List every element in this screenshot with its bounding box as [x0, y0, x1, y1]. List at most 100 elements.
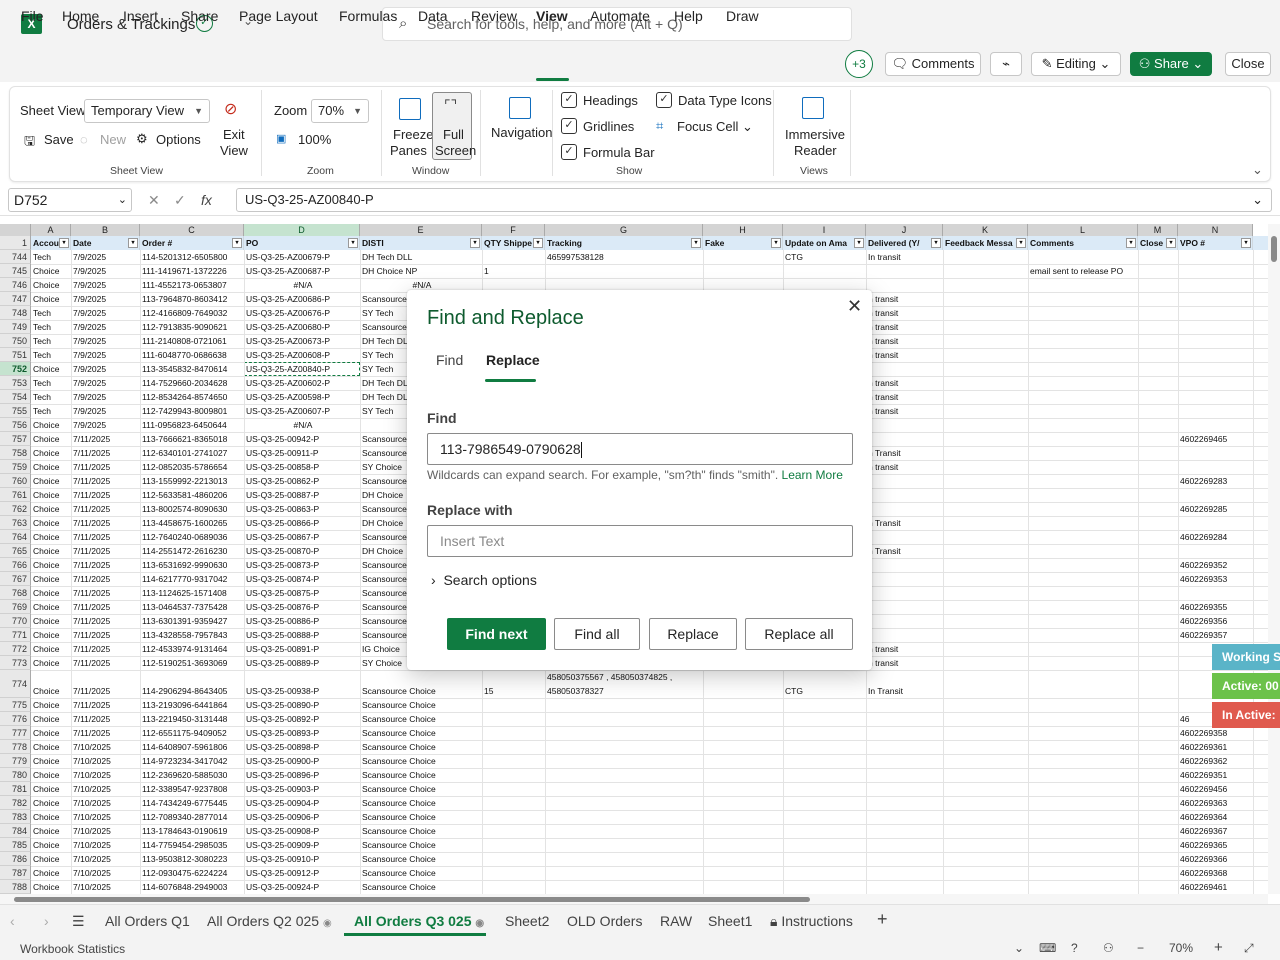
- table-cell[interactable]: 7/11/2025: [71, 684, 140, 698]
- row-header[interactable]: 757: [0, 432, 31, 446]
- row-header[interactable]: 765: [0, 544, 31, 558]
- table-cell[interactable]: n transit: [866, 334, 943, 348]
- row-header[interactable]: 760: [0, 474, 31, 488]
- table-cell[interactable]: 113-8002574-8090630: [140, 502, 244, 516]
- table-cell[interactable]: n transit: [866, 292, 943, 306]
- table-cell[interactable]: 7/11/2025: [71, 474, 140, 488]
- enter-icon[interactable]: ✓: [174, 192, 186, 209]
- row-header[interactable]: 779: [0, 754, 31, 768]
- row-header[interactable]: 745: [0, 264, 31, 278]
- table-cell[interactable]: US-Q3-25-AZ00598-P: [244, 390, 360, 404]
- table-cell[interactable]: US-Q3-25-00898-P: [244, 740, 360, 754]
- table-cell[interactable]: 112-3389547-9237808: [140, 782, 244, 796]
- table-cell[interactable]: Choice: [31, 614, 71, 628]
- table-cell[interactable]: US-Q3-25-00911-P: [244, 446, 360, 460]
- row-header[interactable]: 776: [0, 712, 31, 726]
- zoom-100-button[interactable]: 100%: [298, 132, 331, 147]
- row-header[interactable]: 778: [0, 740, 31, 754]
- filter-dropdown-icon[interactable]: ▾: [931, 238, 941, 248]
- table-cell[interactable]: 7/11/2025: [71, 460, 140, 474]
- share-button[interactable]: ⚇ Share ⌄: [1130, 52, 1212, 76]
- table-cell[interactable]: 113-4458675-1600265: [140, 516, 244, 530]
- table-cell[interactable]: #N/A: [244, 418, 360, 432]
- table-cell[interactable]: 114-2906294-8643405: [140, 684, 244, 698]
- column-filter-header[interactable]: PO ▾: [244, 236, 360, 250]
- column-filter-header[interactable]: Comments ▾: [1028, 236, 1138, 250]
- table-cell[interactable]: Scansource Choice: [360, 754, 482, 768]
- column-header-k[interactable]: K: [943, 224, 1028, 236]
- insert-function-button[interactable]: fx: [201, 192, 212, 208]
- row-header[interactable]: 751: [0, 348, 31, 362]
- table-cell[interactable]: Scansource Choice: [360, 880, 482, 894]
- row-header[interactable]: 763: [0, 516, 31, 530]
- new-view-button[interactable]: New: [100, 132, 126, 147]
- table-cell[interactable]: 4602269351: [1178, 768, 1253, 782]
- filter-dropdown-icon[interactable]: ▾: [1166, 238, 1176, 248]
- zoom-level[interactable]: 70%: [1169, 941, 1193, 955]
- table-cell[interactable]: Tech: [31, 376, 71, 390]
- table-cell[interactable]: Tech: [31, 250, 71, 264]
- table-cell[interactable]: 114-9723234-3417042: [140, 754, 244, 768]
- table-cell[interactable]: n Transit: [866, 544, 943, 558]
- table-cell[interactable]: 7/9/2025: [71, 418, 140, 432]
- row-header[interactable]: 781: [0, 782, 31, 796]
- column-header-e[interactable]: E: [360, 224, 482, 236]
- navigation-button[interactable]: Navigation: [491, 125, 552, 140]
- table-cell[interactable]: 7/9/2025: [71, 390, 140, 404]
- menu-data[interactable]: Data: [418, 8, 448, 24]
- column-filter-header[interactable]: Feedback Messa ▾: [943, 236, 1028, 250]
- table-cell[interactable]: Choice: [31, 838, 71, 852]
- table-cell[interactable]: n transit: [866, 306, 943, 320]
- exit-view-button[interactable]: Exit: [223, 127, 245, 142]
- row-header[interactable]: 782: [0, 796, 31, 810]
- table-cell[interactable]: 4602269465: [1178, 432, 1253, 446]
- tab-find[interactable]: Find: [436, 352, 463, 368]
- column-filter-header[interactable]: Order # ▾: [140, 236, 244, 250]
- table-cell[interactable]: 112-6340101-2741027: [140, 446, 244, 460]
- table-cell[interactable]: 7/10/2025: [71, 740, 140, 754]
- table-cell[interactable]: 7/9/2025: [71, 278, 140, 292]
- table-cell[interactable]: US-Q3-25-00889-P: [244, 656, 360, 670]
- column-header-b[interactable]: B: [71, 224, 140, 236]
- table-cell[interactable]: 7/9/2025: [71, 250, 140, 264]
- table-cell[interactable]: Choice: [31, 824, 71, 838]
- table-cell[interactable]: US-Q3-25-AZ00676-P: [244, 306, 360, 320]
- table-cell[interactable]: 113-1559992-2213013: [140, 474, 244, 488]
- table-cell[interactable]: 7/11/2025: [71, 698, 140, 712]
- table-cell[interactable]: Choice: [31, 852, 71, 866]
- search-options-toggle[interactable]: › Search options: [431, 572, 537, 588]
- table-cell[interactable]: 7/9/2025: [71, 264, 140, 278]
- column-header-m[interactable]: M: [1138, 224, 1178, 236]
- table-cell[interactable]: Scansource Choice: [360, 782, 482, 796]
- formula-bar-checkbox[interactable]: ✓: [561, 144, 577, 160]
- filter-dropdown-icon[interactable]: ▾: [1126, 238, 1136, 248]
- menu-share[interactable]: Share: [181, 8, 218, 24]
- table-cell[interactable]: US-Q3-25-00942-P: [244, 432, 360, 446]
- row-header[interactable]: 750: [0, 334, 31, 348]
- table-cell[interactable]: Choice: [31, 656, 71, 670]
- table-cell[interactable]: 113-9503812-3080223: [140, 852, 244, 866]
- table-cell[interactable]: Choice: [31, 488, 71, 502]
- table-cell[interactable]: US-Q3-25-00910-P: [244, 852, 360, 866]
- column-header-l[interactable]: L: [1028, 224, 1138, 236]
- table-cell[interactable]: US-Q3-25-AZ00686-P: [244, 292, 360, 306]
- table-cell[interactable]: 7/9/2025: [71, 362, 140, 376]
- cancel-icon[interactable]: ✕: [148, 192, 160, 209]
- table-cell[interactable]: Tech: [31, 334, 71, 348]
- table-cell[interactable]: US-Q3-25-00866-P: [244, 516, 360, 530]
- table-cell[interactable]: 111-0956823-6450644: [140, 418, 244, 432]
- find-input[interactable]: 113-7986549-0790628: [427, 433, 853, 465]
- table-cell[interactable]: Choice: [31, 278, 71, 292]
- table-cell[interactable]: 112-5190251-3693069: [140, 656, 244, 670]
- table-cell[interactable]: Choice: [31, 572, 71, 586]
- find-all-button[interactable]: Find all: [554, 618, 640, 650]
- table-cell[interactable]: 7/11/2025: [71, 726, 140, 740]
- workbook-statistics-button[interactable]: Workbook Statistics: [20, 942, 125, 956]
- table-cell[interactable]: 114-2551472-2616230: [140, 544, 244, 558]
- menu-help[interactable]: Help: [674, 8, 703, 24]
- table-cell[interactable]: 112-7089340-2877014: [140, 810, 244, 824]
- tab-raw[interactable]: RAW: [660, 913, 692, 929]
- row-header[interactable]: 755: [0, 404, 31, 418]
- row-header[interactable]: 773: [0, 656, 31, 670]
- row-header[interactable]: 766: [0, 558, 31, 572]
